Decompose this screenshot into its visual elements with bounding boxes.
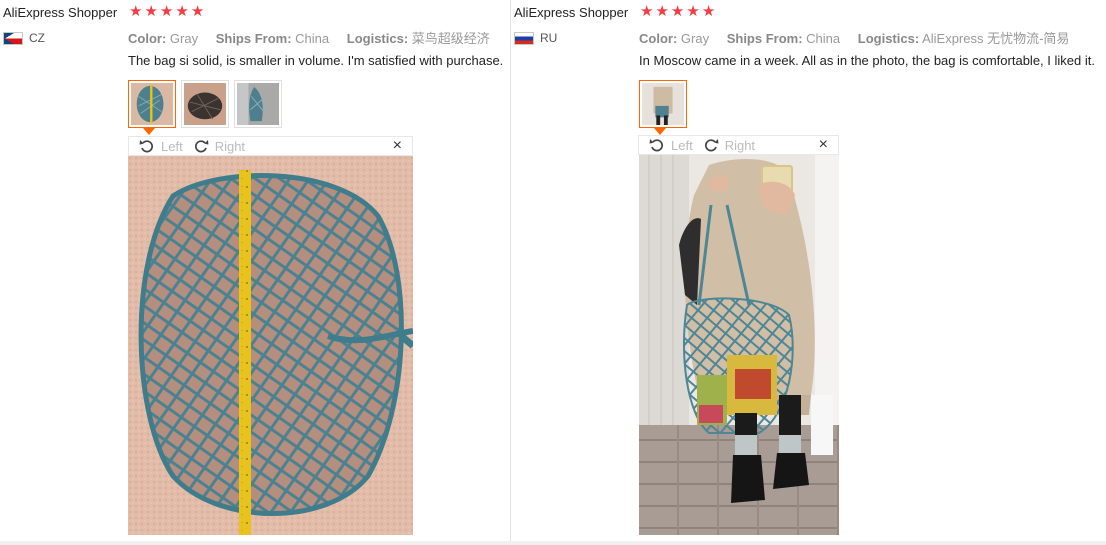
star-icon: ★ <box>686 3 700 20</box>
review-thumbnail[interactable] <box>181 80 229 128</box>
attribute-color: Color: Gray <box>128 31 199 46</box>
review-thumbnail[interactable] <box>639 80 687 128</box>
country-code: CZ <box>29 31 45 45</box>
order-attributes: Color: Gray Ships From: China Logistics:… <box>639 28 1083 47</box>
review-card: AliExpress Shopper RU ★ ★ ★ ★ ★ Color: G… <box>511 0 1106 545</box>
star-icon: ★ <box>640 3 654 20</box>
review-text: In Moscow came in a week. All as in the … <box>639 53 1095 68</box>
reviewer-name: AliExpress Shopper <box>3 5 118 20</box>
attribute-ships-from: Ships From: China <box>215 31 330 46</box>
review-photo-large <box>639 155 839 535</box>
rotate-left-label: Left <box>161 138 183 154</box>
mesh-bag-with-tape-measure-icon <box>128 156 413 535</box>
rotate-right-label: Right <box>724 137 756 153</box>
star-icon: ★ <box>175 3 189 20</box>
bag-with-tape-measure-photo-icon <box>131 83 173 125</box>
rotate-right-label: Right <box>214 138 246 154</box>
attribute-ships-from: Ships From: China <box>726 31 841 46</box>
reviewer-country: RU <box>514 31 557 45</box>
rotate-left-label: Left <box>671 137 693 153</box>
review-thumbnail[interactable] <box>128 80 176 128</box>
close-viewer-button[interactable]: × <box>819 136 828 154</box>
close-viewer-button[interactable]: × <box>393 137 402 155</box>
attribute-color: Color: Gray <box>639 31 710 46</box>
rotate-right-button[interactable]: Right <box>703 137 755 153</box>
star-rating: ★ ★ ★ ★ ★ <box>129 4 204 20</box>
rotate-left-button[interactable]: Left <box>649 137 693 153</box>
active-thumbnail-caret <box>654 128 666 135</box>
star-icon: ★ <box>190 3 205 20</box>
rotate-right-button[interactable]: Right <box>193 138 245 154</box>
star-icon: ★ <box>159 3 174 20</box>
review-thumbnail[interactable] <box>234 80 282 128</box>
star-icon: ★ <box>670 3 685 20</box>
image-viewer-toolbar: Left Right × <box>128 136 413 156</box>
star-rating: ★ ★ ★ ★ ★ <box>640 4 715 20</box>
rotate-right-icon <box>704 139 719 152</box>
rotate-left-icon <box>649 139 663 152</box>
image-viewer-toolbar: Left Right × <box>638 135 839 155</box>
rotate-right-icon <box>194 140 209 153</box>
active-thumbnail-caret <box>143 128 155 135</box>
star-icon: ★ <box>701 3 716 20</box>
star-icon: ★ <box>655 3 669 20</box>
review-thumbnails <box>128 80 282 128</box>
reviewer-country: CZ <box>3 31 45 45</box>
rotate-left-button[interactable]: Left <box>139 138 183 154</box>
review-text: The bag si solid, is smaller in volume. … <box>128 53 504 68</box>
order-attributes: Color: Gray Ships From: China Logistics:… <box>128 28 504 47</box>
attribute-logistics: Logistics: AliExpress 无忧物流-简易 <box>857 31 1070 46</box>
mirror-selfie-with-bag-photo-icon <box>642 83 684 125</box>
star-icon: ★ <box>144 3 158 20</box>
star-icon: ★ <box>129 3 143 20</box>
review-card: AliExpress Shopper CZ ★ ★ ★ ★ ★ Color: G… <box>0 0 510 545</box>
attribute-logistics: Logistics: 菜鸟超级经济 <box>346 31 490 46</box>
dark-bag-on-floor-photo-icon <box>184 83 226 125</box>
mirror-selfie-with-bag-icon <box>639 155 839 535</box>
rotate-left-icon <box>139 140 153 153</box>
country-code: RU <box>540 31 558 45</box>
russian-flag-icon <box>514 31 534 45</box>
review-thumbnails <box>639 80 687 128</box>
czech-flag-icon <box>3 31 23 45</box>
reviewer-name: AliExpress Shopper <box>514 5 629 20</box>
bag-on-arm-photo-icon <box>237 83 279 125</box>
bottom-border <box>0 541 1106 545</box>
review-photo-large <box>128 156 413 535</box>
